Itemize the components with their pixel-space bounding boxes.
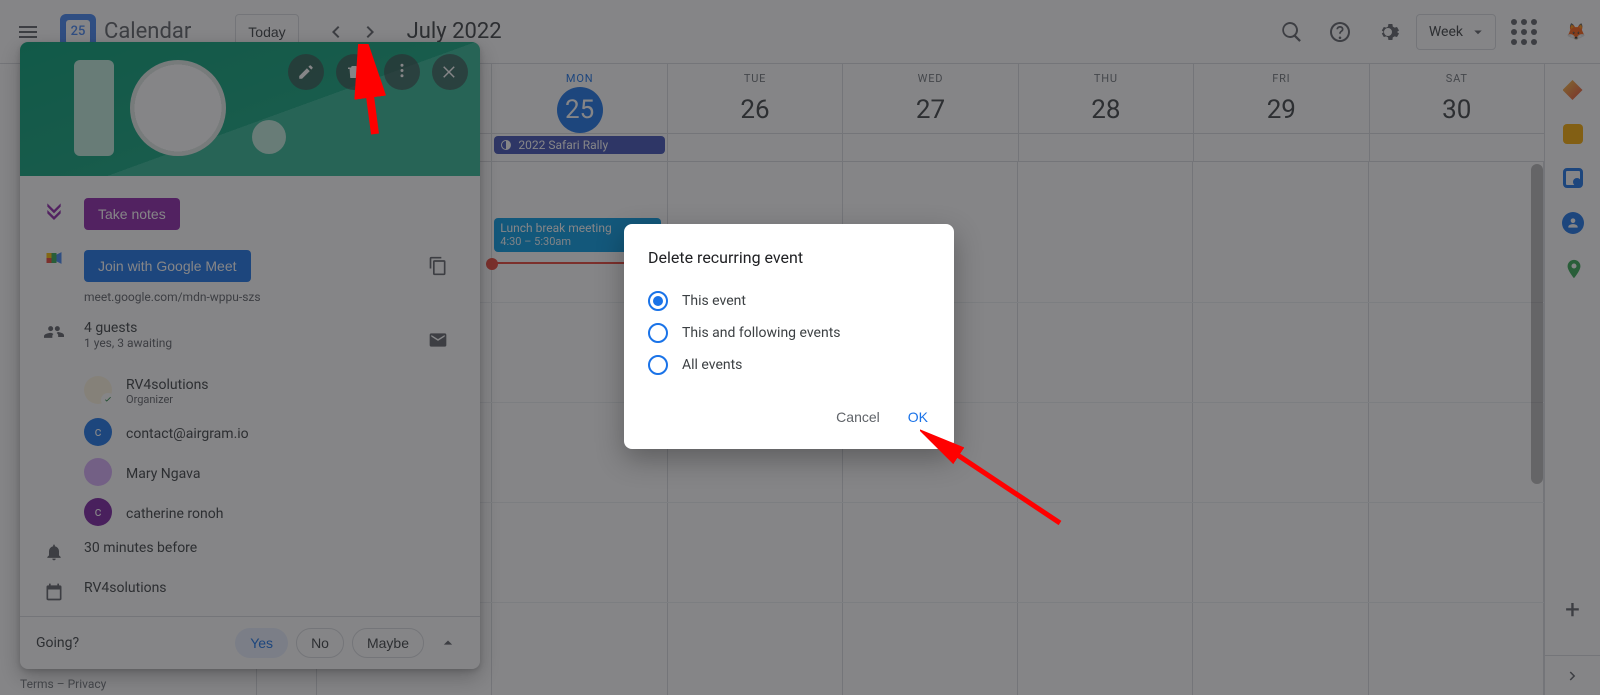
dialog-radio-option[interactable]: This event bbox=[648, 285, 946, 317]
dialog-radio-option[interactable]: This and following events bbox=[648, 317, 946, 349]
radio-label: This event bbox=[682, 293, 746, 309]
dialog-title: Delete recurring event bbox=[648, 248, 946, 267]
dialog-ok-button[interactable]: OK bbox=[898, 401, 938, 433]
radio-label: This and following events bbox=[682, 325, 841, 341]
radio-icon bbox=[648, 323, 668, 343]
dialog-radio-option[interactable]: All events bbox=[648, 349, 946, 381]
radio-icon bbox=[648, 291, 668, 311]
delete-recurring-dialog: Delete recurring event This event This an… bbox=[624, 224, 954, 449]
dialog-cancel-button[interactable]: Cancel bbox=[826, 401, 890, 433]
dialog-actions: Cancel OK bbox=[648, 381, 946, 441]
radio-icon bbox=[648, 355, 668, 375]
radio-label: All events bbox=[682, 357, 742, 373]
